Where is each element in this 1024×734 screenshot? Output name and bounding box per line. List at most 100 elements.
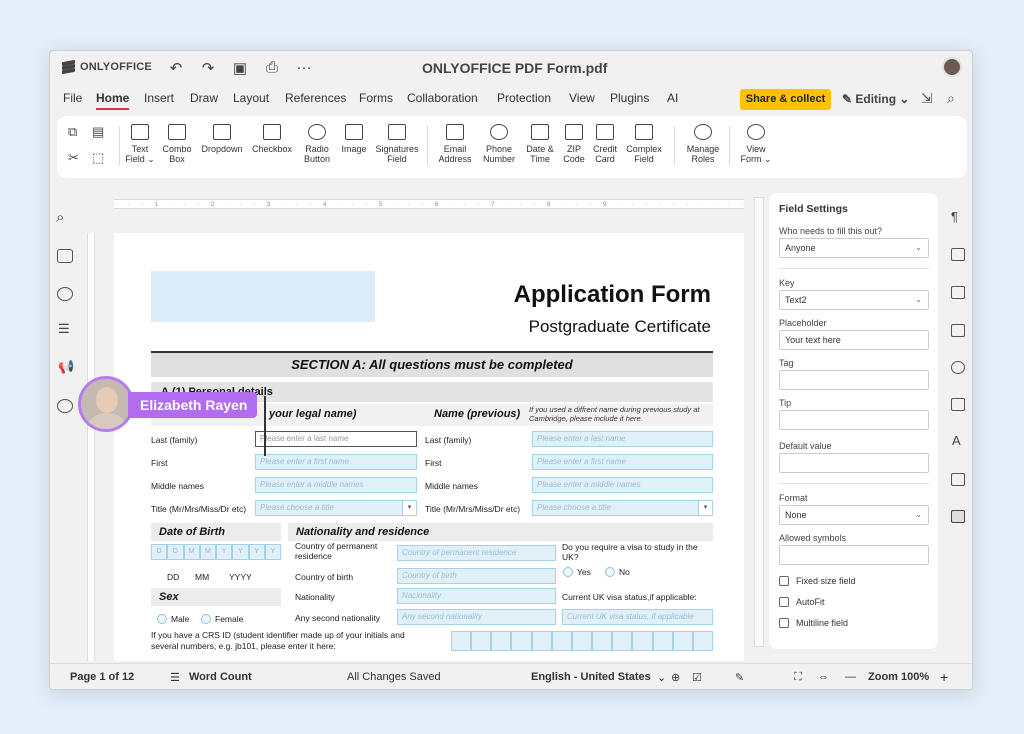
word-count-button[interactable]: Word Count bbox=[189, 671, 252, 683]
shape-icon[interactable] bbox=[951, 361, 965, 374]
dropdown-button[interactable]: Dropdown bbox=[198, 124, 246, 154]
autofit-checkbox[interactable]: AutoFit bbox=[779, 597, 825, 607]
tip-input[interactable] bbox=[779, 410, 929, 430]
visa-yes-radio[interactable]: Yes bbox=[563, 567, 591, 577]
cut-icon[interactable]: ✂ bbox=[68, 150, 79, 166]
who-fills-dropdown[interactable]: Anyone ⌄ bbox=[779, 238, 929, 258]
table-icon[interactable] bbox=[951, 248, 965, 261]
zoom-out-icon[interactable]: — bbox=[845, 671, 856, 683]
headings-icon[interactable]: ☰ bbox=[58, 321, 70, 337]
prev-title-dropdown[interactable]: Please choose a title ▾ bbox=[532, 500, 713, 516]
text-field-button[interactable]: Text Field ⌄ bbox=[123, 124, 157, 164]
vertical-scrollbar[interactable] bbox=[754, 197, 764, 647]
last-name-field[interactable]: Please enter a last name bbox=[255, 431, 417, 447]
nationality-field[interactable]: Nacionality bbox=[397, 588, 556, 604]
credit-card-button[interactable]: Credit Card bbox=[590, 124, 620, 164]
key-dropdown[interactable]: Text2 ⌄ bbox=[779, 290, 929, 310]
sex-female-radio[interactable]: Female bbox=[201, 614, 243, 624]
combo-box-button[interactable]: Combo Box bbox=[159, 124, 195, 164]
crs-id-field[interactable] bbox=[451, 631, 714, 651]
header-footer-icon[interactable] bbox=[951, 324, 965, 337]
more-icon[interactable]: ··· bbox=[294, 59, 314, 76]
menu-insert[interactable]: Insert bbox=[144, 91, 174, 105]
first-name-field[interactable]: Please enter a first name bbox=[255, 454, 417, 470]
vertical-ruler[interactable] bbox=[87, 233, 95, 661]
email-address-button[interactable]: Email Address bbox=[435, 124, 475, 164]
open-location-icon[interactable]: ⇲ bbox=[921, 90, 933, 107]
undo-icon[interactable]: ↶ bbox=[166, 59, 186, 77]
multiline-checkbox[interactable]: Multiline field bbox=[779, 618, 848, 628]
chat-icon[interactable] bbox=[57, 287, 73, 301]
menu-collaboration[interactable]: Collaboration bbox=[407, 91, 478, 105]
user-avatar[interactable] bbox=[942, 57, 962, 77]
country-birth-field[interactable]: Country of birth bbox=[397, 568, 556, 584]
form-settings-icon[interactable] bbox=[951, 510, 965, 523]
track-changes-icon[interactable]: ✎ bbox=[735, 671, 744, 684]
dob-field[interactable]: DDMMYYYY bbox=[151, 544, 281, 560]
logo-placeholder[interactable] bbox=[151, 271, 375, 322]
zoom-in-icon[interactable]: + bbox=[940, 669, 948, 685]
menu-plugins[interactable]: Plugins bbox=[610, 91, 649, 105]
title-dropdown[interactable]: Please choose a title ▾ bbox=[255, 500, 417, 516]
language-selector[interactable]: English - United States bbox=[531, 671, 651, 683]
comments-icon[interactable] bbox=[57, 249, 73, 263]
menu-home[interactable]: Home bbox=[96, 91, 130, 110]
fixed-size-checkbox[interactable]: Fixed size field bbox=[779, 576, 856, 586]
complex-field-button[interactable]: Complex Field bbox=[623, 124, 665, 164]
image-settings-icon[interactable] bbox=[951, 286, 965, 299]
search-icon[interactable]: ⌕ bbox=[56, 209, 64, 226]
spellcheck-icon[interactable]: ☑ bbox=[692, 671, 702, 684]
select-icon[interactable]: ⬚ bbox=[92, 150, 104, 166]
menu-file[interactable]: File bbox=[63, 91, 82, 105]
paragraph-icon[interactable]: ¶ bbox=[951, 209, 958, 224]
second-nationality-field[interactable]: Any second nationality bbox=[397, 609, 556, 625]
view-form-button[interactable]: View Form ⌄ bbox=[737, 124, 775, 164]
allowed-symbols-input[interactable] bbox=[779, 545, 929, 565]
chart-icon[interactable] bbox=[951, 398, 965, 411]
print-icon[interactable]: ⎙ bbox=[262, 59, 282, 76]
phone-number-button[interactable]: Phone Number bbox=[479, 124, 519, 164]
menu-ai[interactable]: AI bbox=[667, 91, 678, 105]
country-residence-field[interactable]: Country of permanent residence bbox=[397, 545, 556, 561]
menu-references[interactable]: References bbox=[285, 91, 346, 105]
search-icon[interactable]: ⌕ bbox=[947, 90, 955, 107]
editing-mode-dropdown[interactable]: ✎ Editing ⌄ bbox=[842, 92, 909, 106]
signatures-field-button[interactable]: Signatures Field bbox=[373, 124, 421, 164]
menu-view[interactable]: View bbox=[569, 91, 595, 105]
horizontal-ruler[interactable]: · · · 1 · · · 2 · · · 3 · · · 4 · · · 5 … bbox=[114, 199, 744, 209]
middle-names-field[interactable]: Please enter a middle names bbox=[255, 477, 417, 493]
menu-protection[interactable]: Protection bbox=[497, 91, 551, 105]
visa-status-field[interactable]: Current UK visa status, if applicable bbox=[562, 609, 713, 625]
menu-draw[interactable]: Draw bbox=[190, 91, 218, 105]
image-button[interactable]: Image bbox=[338, 124, 370, 154]
share-collect-button[interactable]: Share & collect bbox=[740, 89, 831, 110]
visa-no-radio[interactable]: No bbox=[605, 567, 630, 577]
info-icon[interactable] bbox=[57, 399, 73, 413]
checkbox-button[interactable]: Checkbox bbox=[248, 124, 296, 154]
paste-icon[interactable]: ▤ bbox=[92, 124, 104, 140]
zoom-level[interactable]: Zoom 100% bbox=[868, 671, 929, 683]
copy-icon[interactable]: ⧉ bbox=[68, 124, 77, 140]
sex-male-radio[interactable]: Male bbox=[157, 614, 189, 624]
menu-layout[interactable]: Layout bbox=[233, 91, 269, 105]
format-dropdown[interactable]: None ⌄ bbox=[779, 505, 929, 525]
fit-width-icon[interactable]: ⇔ bbox=[818, 671, 829, 683]
tag-input[interactable] bbox=[779, 370, 929, 390]
date-time-button[interactable]: Date & Time bbox=[522, 124, 558, 164]
feedback-icon[interactable]: 📢 bbox=[58, 359, 74, 375]
mail-merge-icon[interactable] bbox=[951, 473, 965, 486]
fit-page-icon[interactable]: ⛶ bbox=[794, 671, 802, 684]
text-art-icon[interactable]: A bbox=[952, 433, 961, 448]
radio-button-button[interactable]: Radio Button bbox=[299, 124, 335, 164]
zip-code-button[interactable]: ZIP Code bbox=[560, 124, 588, 164]
menu-forms[interactable]: Forms bbox=[359, 91, 393, 105]
globe-icon[interactable]: ⊕ bbox=[671, 671, 680, 684]
manage-roles-button[interactable]: Manage Roles bbox=[683, 124, 723, 164]
redo-icon[interactable]: ↷ bbox=[198, 59, 218, 77]
prev-first-name-field[interactable]: Please enter a first name bbox=[532, 454, 713, 470]
default-value-input[interactable] bbox=[779, 453, 929, 473]
page-indicator[interactable]: Page 1 of 12 bbox=[70, 671, 134, 683]
save-icon[interactable]: ▣ bbox=[230, 59, 250, 77]
placeholder-input[interactable]: Your text here bbox=[779, 330, 929, 350]
prev-middle-names-field[interactable]: Please enter a middle names bbox=[532, 477, 713, 493]
